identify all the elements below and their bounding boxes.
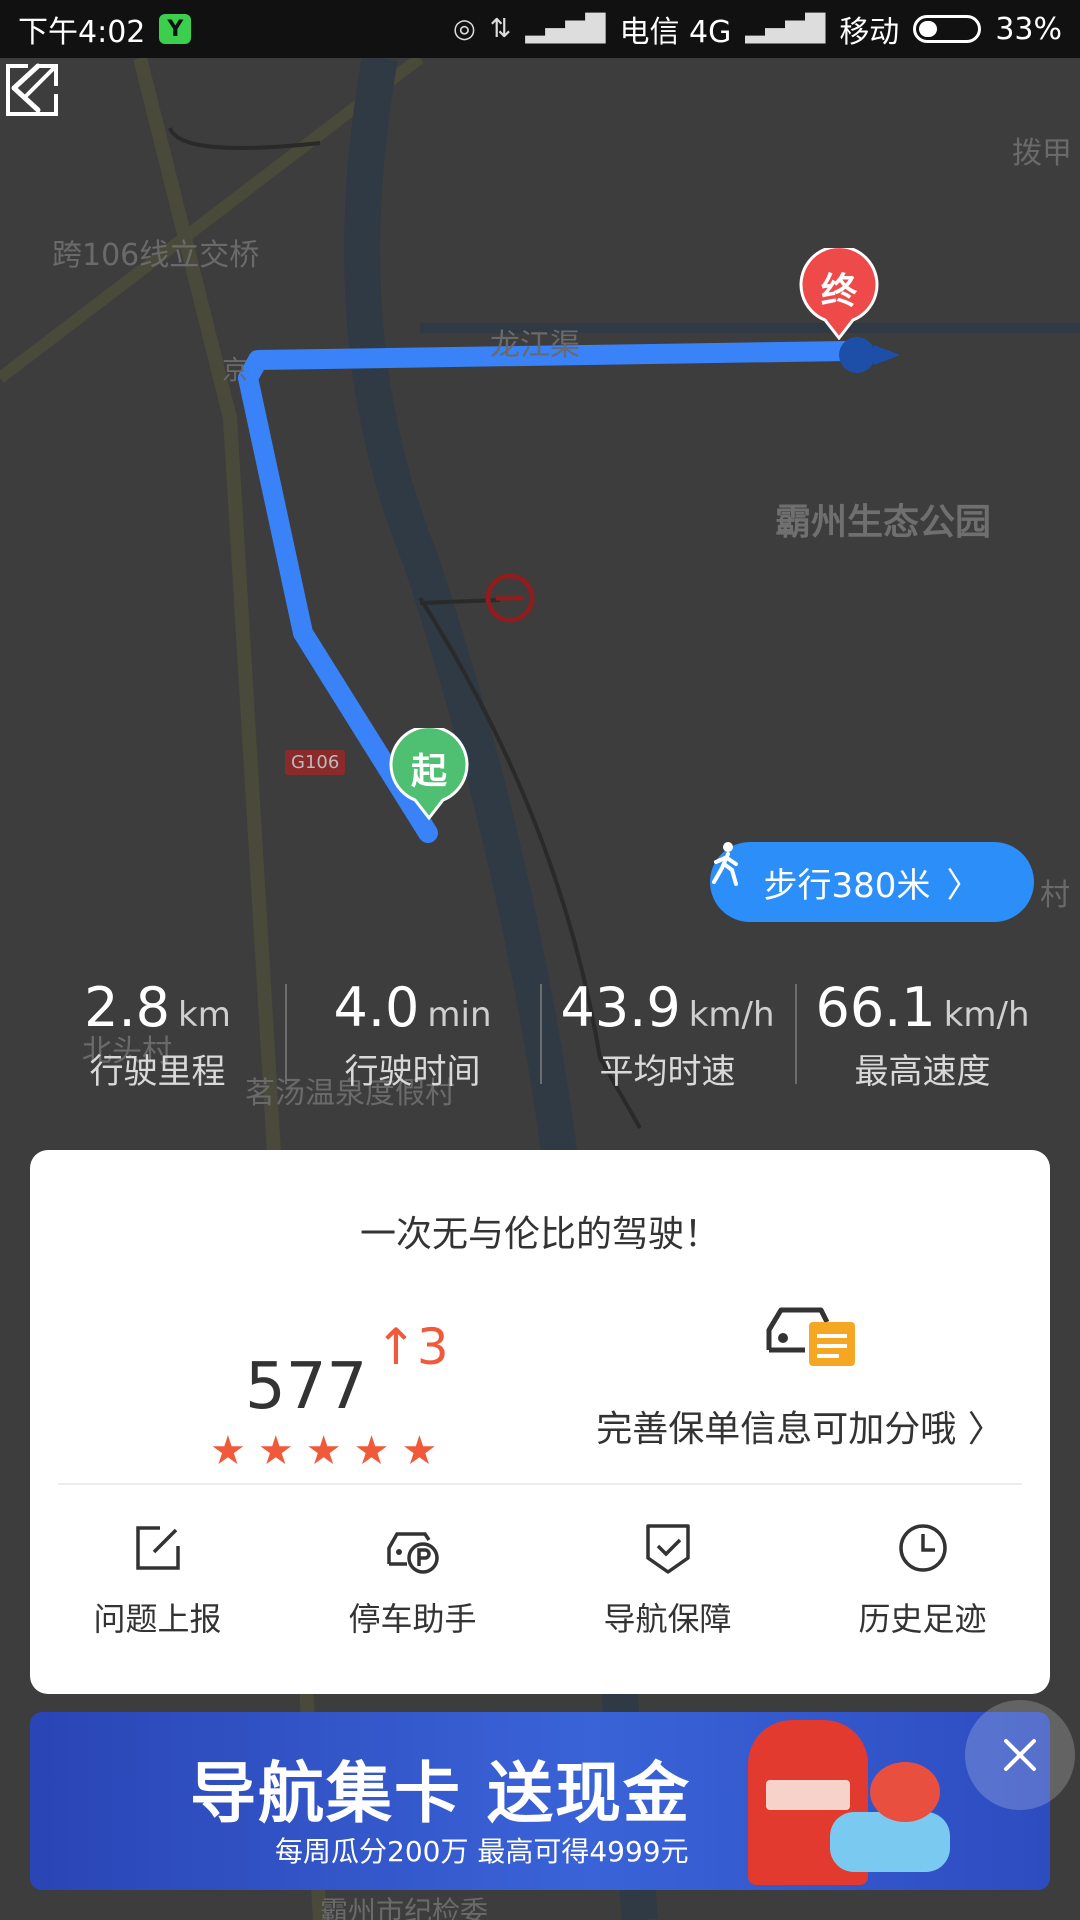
action-row: 问题上报 停车助手 导航保障 历史足迹 xyxy=(30,1520,1050,1660)
battery-fill xyxy=(919,21,938,37)
end-pin-label: 终 xyxy=(820,271,857,312)
stat-unit: km/h xyxy=(943,995,1030,1035)
clock-icon xyxy=(898,1524,947,1572)
drive-summary-card: 一次无与伦比的驾驶！ 577 ↑3 ★ ★ ★ ★ ★ 完善保单信息可加分哦 〉 问题上… xyxy=(30,1150,1050,1694)
signal-icon: ▂▄▆█ xyxy=(525,14,606,44)
map-label-edge-top: 拨甲 xyxy=(1012,136,1072,171)
road-code-badge: G106 xyxy=(285,750,346,775)
stat-value: 2.8 xyxy=(84,976,171,1039)
battery-icon xyxy=(913,15,982,43)
hotspot-icon: ◎ xyxy=(452,14,476,44)
data-arrows-icon: ⇅ xyxy=(489,14,512,44)
car-illustration xyxy=(830,1812,950,1872)
action-parking-assistant[interactable]: 停车助手 xyxy=(285,1520,540,1660)
star-icon: ★ xyxy=(210,1428,246,1474)
card-divider xyxy=(58,1483,1022,1485)
stat-label: 最高速度 xyxy=(854,1052,991,1092)
end-location-dot xyxy=(839,337,875,373)
start-pin[interactable]: 起 xyxy=(389,728,469,820)
map-label-river: 龙江渠 xyxy=(490,328,580,363)
action-label: 停车助手 xyxy=(348,1600,477,1638)
map-road xyxy=(168,127,321,150)
parking-car-icon xyxy=(386,1532,439,1574)
stat-max-speed: 66.1 km/h 最高速度 xyxy=(795,976,1050,1092)
shield-check-icon xyxy=(645,1524,690,1574)
driving-score[interactable]: 577 ↑3 ★ ★ ★ ★ ★ xyxy=(150,1300,450,1480)
mailbox-slot xyxy=(766,1780,850,1810)
status-bar: 下午4:02 Y ◎ ⇅ ▂▄▆█ 电信 4G ▂▄▆█ 移动 33% xyxy=(0,0,1080,58)
stat-value: 4.0 xyxy=(333,976,420,1039)
mascot-illustration xyxy=(870,1762,940,1822)
banner-subtitle: 每周瓜分200万 最高可得4999元 xyxy=(275,1835,689,1868)
stat-unit: km/h xyxy=(688,995,775,1035)
end-pin[interactable]: 终 xyxy=(799,248,879,340)
close-icon[interactable] xyxy=(990,1725,1050,1785)
direction-arrow-icon xyxy=(874,345,900,365)
map-label-interchange: 跨106线立交桥 xyxy=(52,238,260,273)
carrier-1: 电信 4G xyxy=(619,15,732,50)
promo-banner[interactable]: 导航集卡 送现金 每周瓜分200万 最高可得4999元 xyxy=(30,1712,1050,1890)
action-history[interactable]: 历史足迹 xyxy=(795,1520,1050,1660)
stat-unit: km xyxy=(178,995,231,1035)
map-label-jing: 京 xyxy=(222,356,249,386)
signal-icon-2: ▂▄▆█ xyxy=(745,14,826,44)
star-icon: ★ xyxy=(353,1428,390,1474)
stat-label: 行驶里程 xyxy=(89,1052,226,1092)
walk-route-label: 步行380米 xyxy=(763,865,931,906)
status-time: 下午4:02 xyxy=(18,15,146,50)
stat-value: 43.9 xyxy=(560,976,681,1039)
app-notification-icon: Y xyxy=(159,14,192,44)
share-arrow-icon xyxy=(22,64,58,100)
stat-distance: 2.8 km 行驶里程 xyxy=(30,976,285,1093)
stat-value: 66.1 xyxy=(815,976,936,1039)
map-label-edge-right: 村 xyxy=(1040,878,1070,913)
car-policy-icon xyxy=(766,1307,855,1366)
star-icon: ★ xyxy=(401,1428,438,1474)
stat-unit: min xyxy=(427,995,492,1035)
score-value: 577 xyxy=(245,1350,368,1424)
star-icon: ★ xyxy=(305,1428,342,1474)
policy-text: 完善保单信息可加分哦 〉 xyxy=(596,1409,1004,1450)
stat-label: 行驶时间 xyxy=(344,1052,481,1092)
stat-duration: 4.0 min 行驶时间 xyxy=(285,976,540,1092)
map-label-park: 霸州生态公园 xyxy=(775,502,992,543)
start-pin-label: 起 xyxy=(410,751,447,792)
policy-info-link[interactable]: 完善保单信息可加分哦 〉 xyxy=(570,1300,1030,1500)
star-icon: ★ xyxy=(257,1428,294,1474)
share-button[interactable] xyxy=(0,58,64,122)
score-change: ↑3 xyxy=(375,1318,449,1376)
action-label: 历史足迹 xyxy=(858,1600,987,1638)
battery-percent: 33% xyxy=(995,11,1062,47)
action-report-issue[interactable]: 问题上报 xyxy=(30,1520,285,1660)
banner-title: 导航集卡 送现金 xyxy=(190,1755,691,1832)
action-label: 导航保障 xyxy=(603,1600,732,1638)
trip-stats: 2.8 km 行驶里程 4.0 min 行驶时间 43.9 km/h 平均时速 66.… xyxy=(30,976,1050,1093)
edit-icon xyxy=(135,1526,180,1570)
star-rating: ★ ★ ★ ★ ★ xyxy=(210,1428,437,1474)
map-label-bottom: 霸州市纪检委 xyxy=(320,1895,489,1920)
stat-avg-speed: 43.9 km/h 平均时速 xyxy=(540,976,795,1092)
action-label: 问题上报 xyxy=(93,1600,222,1638)
carrier-2: 移动 xyxy=(839,15,900,50)
card-title: 一次无与伦比的驾驶！ xyxy=(359,1214,720,1255)
walk-route-button[interactable]: 步行380米 〉 xyxy=(710,842,1034,922)
action-navigation-guarantee[interactable]: 导航保障 xyxy=(540,1520,795,1660)
walking-person-icon xyxy=(712,842,738,886)
stat-label: 平均时速 xyxy=(599,1052,736,1092)
chevron-right-icon: 〉 xyxy=(946,865,981,906)
